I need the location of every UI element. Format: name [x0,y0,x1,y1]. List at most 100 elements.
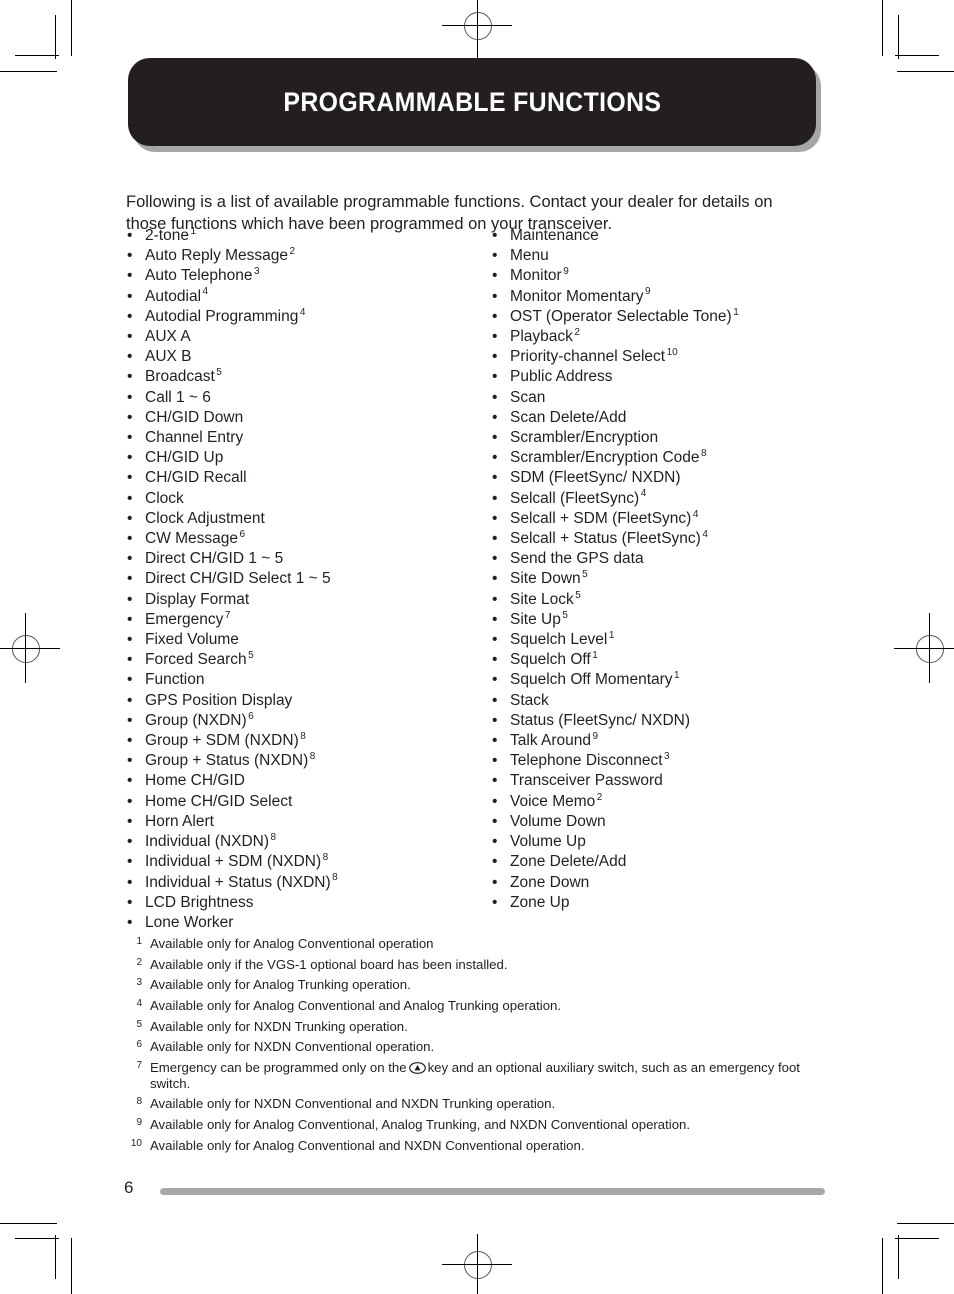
function-label: Individual (NXDN) [145,833,270,851]
bullet-icon: • [492,590,498,608]
function-label: Voice Memo [510,792,596,810]
bullet-icon: • [127,429,133,447]
footnote-marker: 5 [216,367,222,379]
function-label: 2-tone [145,227,189,244]
footnote-text: Available only for Analog Conventional a… [150,1137,585,1153]
function-label: Direct CH/GID Select 1 ~ 5 [145,570,331,588]
function-list-item: • Broadcast 5 [126,367,486,387]
bullet-icon: • [492,671,498,689]
function-label: Group + Status (NXDN) [145,752,309,770]
function-list-item: • Display Format [126,590,486,610]
function-label: CH/GID Down [145,408,244,426]
function-list-item: • Forced Search 5 [126,650,486,670]
function-list-item: • Site Lock 5 [491,590,891,610]
registration-mark-left [0,613,60,683]
function-list-item: • Fixed Volume [126,630,486,650]
footnote: 5 Available only for NXDN Trunking operat… [120,1019,840,1035]
function-list-item: • Monitor 9 [491,266,891,286]
bullet-icon: • [127,893,133,911]
bullet-icon: • [492,388,498,406]
function-list-item: • Horn Alert [126,812,486,832]
function-list-item: • Autodial 4 [126,287,486,307]
function-list-item: • Function [126,670,486,690]
function-label: Priority-channel Select [510,348,666,366]
function-list-item: • Zone Up [491,893,891,913]
footnotes-section: 1 Available only for Analog Conventional … [120,936,840,1158]
footnote-marker: 1 [608,629,615,641]
footnote-number: 8 [136,1096,142,1108]
function-label: Selcall (FleetSync) [510,489,640,507]
footnote: 7 Emergency can be programmed only on the… [120,1060,840,1091]
footnote-marker: 1 [674,670,680,682]
function-label: Zone Delete/Add [510,853,627,871]
bullet-icon: • [492,772,498,790]
function-label: Site Lock [510,590,574,608]
page-title: PROGRAMMABLE FUNCTIONS [283,86,661,117]
footnote-marker: 7 [224,609,231,621]
function-list-item: • Lone Worker [126,913,486,933]
bullet-icon: • [492,893,498,911]
footnote-marker: 9 [563,266,569,278]
registration-mark-right [894,613,954,683]
function-label: Selcall + Status (FleetSync) [510,530,701,548]
function-list-item: • Individual + Status (NXDN) 8 [126,873,486,893]
function-label: Send the GPS data [510,550,644,568]
bullet-icon: • [492,449,498,467]
bullet-icon: • [492,873,498,891]
function-label: Scan Delete/Add [510,408,627,426]
bullet-icon: • [492,833,498,851]
function-list-item: • Emergency 7 [126,610,486,630]
bullet-icon: • [492,307,498,325]
function-label: Auto Reply Message [145,247,289,265]
footnote-text: Available only for Analog Conventional a… [150,998,562,1014]
function-label: Broadcast [145,368,215,386]
function-label: OST (Operator Selectable Tone) [510,307,732,325]
function-label: Monitor Momentary [510,287,644,305]
bullet-icon: • [492,550,498,568]
function-list-item: • Clock [126,489,486,509]
footnote-text: Available only for Analog Conventional o… [150,936,434,951]
bullet-icon: • [127,328,133,346]
page-header-banner: PROGRAMMABLE FUNCTIONS [128,58,821,152]
footnote-marker: 9 [592,730,599,742]
bullet-icon: • [492,853,498,871]
function-label: GPS Position Display [145,691,293,709]
function-list-item: • Direct CH/GID Select 1 ~ 5 [126,569,486,589]
bullet-icon: • [127,772,133,790]
manual-page: PROGRAMMABLE FUNCTIONS Following is a li… [0,0,954,1294]
bullet-icon: • [492,732,498,750]
function-label: Clock Adjustment [145,509,265,527]
function-label: Group + SDM (NXDN) [145,732,299,750]
function-label: Selcall + SDM (FleetSync) [510,509,692,527]
bullet-icon: • [127,287,133,305]
function-list-item: • CH/GID Up [126,448,486,468]
crop-mark-bottom-left-inner [15,1235,60,1279]
function-list-item: • Home CH/GID Select [126,792,486,812]
footnote: 3 Available only for Analog Trunking oper… [120,977,840,993]
function-label: Telephone Disconnect [510,752,663,770]
bullet-icon: • [492,267,498,285]
banner-body: PROGRAMMABLE FUNCTIONS [128,58,816,146]
function-label: Scan [510,388,546,406]
bullet-icon: • [127,307,133,325]
bullet-icon: • [127,509,133,527]
function-list-item: • Site Down 5 [491,569,891,589]
function-list-item: • Autodial Programming 4 [126,307,486,327]
function-label: Squelch Off [510,651,591,669]
bullet-icon: • [127,833,133,851]
bullet-icon: • [127,711,133,729]
bullet-icon: • [492,752,498,770]
function-list-item: • Telephone Disconnect 3 [491,751,891,771]
function-label: Channel Entry [145,429,244,447]
function-label: LCD Brightness [145,893,254,911]
function-label: Stack [510,691,549,709]
function-label: Horn Alert [145,812,214,830]
function-list-item: • CH/GID Recall [126,468,486,488]
function-label: Monitor [510,267,562,285]
function-list-item: • Stack [491,691,891,711]
function-list-item: • Group + SDM (NXDN) 8 [126,731,486,751]
bullet-icon: • [492,812,498,830]
crop-mark-top-left-inner [15,15,60,59]
footnote-marker: 8 [332,872,338,884]
bullet-icon: • [492,631,498,649]
